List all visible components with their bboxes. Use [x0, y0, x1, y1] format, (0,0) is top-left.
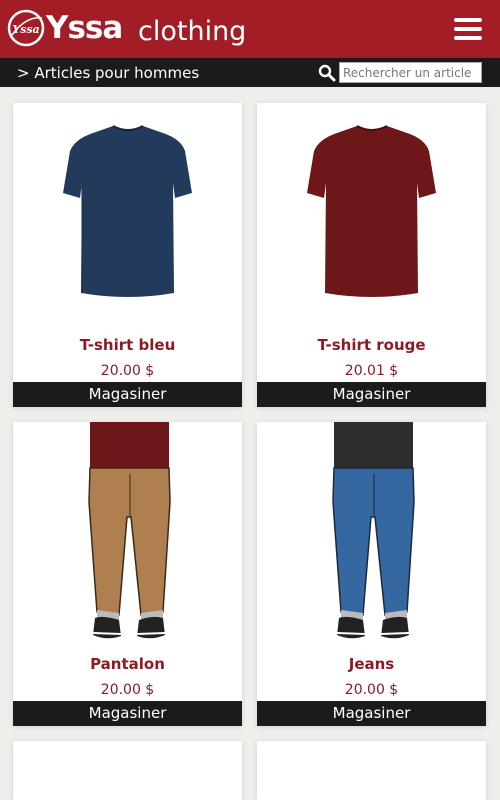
menu-bar	[454, 36, 482, 40]
product-card[interactable]: Jeans 20.00 $ Magasiner	[257, 422, 486, 726]
brand-name[interactable]: Yssa	[46, 8, 123, 48]
product-price: 20.00 $	[344, 682, 399, 698]
hamburger-menu-button[interactable]	[454, 18, 482, 40]
logo-text: Yssa	[12, 23, 39, 36]
product-name[interactable]: T-shirt bleu	[13, 335, 242, 355]
search-input[interactable]	[339, 62, 482, 83]
shop-button[interactable]: Magasiner	[257, 382, 486, 407]
product-card[interactable]: T-shirt rouge 20.01 $ Magasiner	[257, 103, 486, 407]
product-price: 20.01 $	[344, 363, 399, 379]
search-icon[interactable]	[318, 64, 336, 82]
logo-icon[interactable]: Yssa	[6, 8, 46, 48]
blue-tshirt-image	[63, 125, 192, 297]
top-header: Yssa Yssa clothing	[0, 0, 500, 58]
product-card[interactable]	[257, 741, 486, 800]
product-price: 20.00 $	[100, 363, 155, 379]
breadcrumb[interactable]: > Articles pour hommes	[17, 63, 199, 83]
blue-jeans-image	[332, 422, 415, 639]
product-card[interactable]: T-shirt bleu 20.00 $ Magasiner	[13, 103, 242, 407]
shop-button[interactable]: Magasiner	[13, 701, 242, 726]
shop-button[interactable]: Magasiner	[13, 382, 242, 407]
shop-button[interactable]: Magasiner	[257, 701, 486, 726]
red-tshirt-image	[307, 125, 436, 297]
product-card[interactable]: Pantalon 20.00 $ Magasiner	[13, 422, 242, 726]
product-name[interactable]: T-shirt rouge	[257, 335, 486, 355]
menu-bar	[454, 18, 482, 22]
product-name[interactable]: Pantalon	[13, 654, 242, 674]
khaki-pants-image	[88, 422, 171, 639]
product-price: 20.00 $	[100, 682, 155, 698]
product-card[interactable]	[13, 741, 242, 800]
brand-subtitle: clothing	[138, 16, 247, 47]
product-name[interactable]: Jeans	[257, 654, 486, 674]
menu-bar	[454, 27, 482, 31]
